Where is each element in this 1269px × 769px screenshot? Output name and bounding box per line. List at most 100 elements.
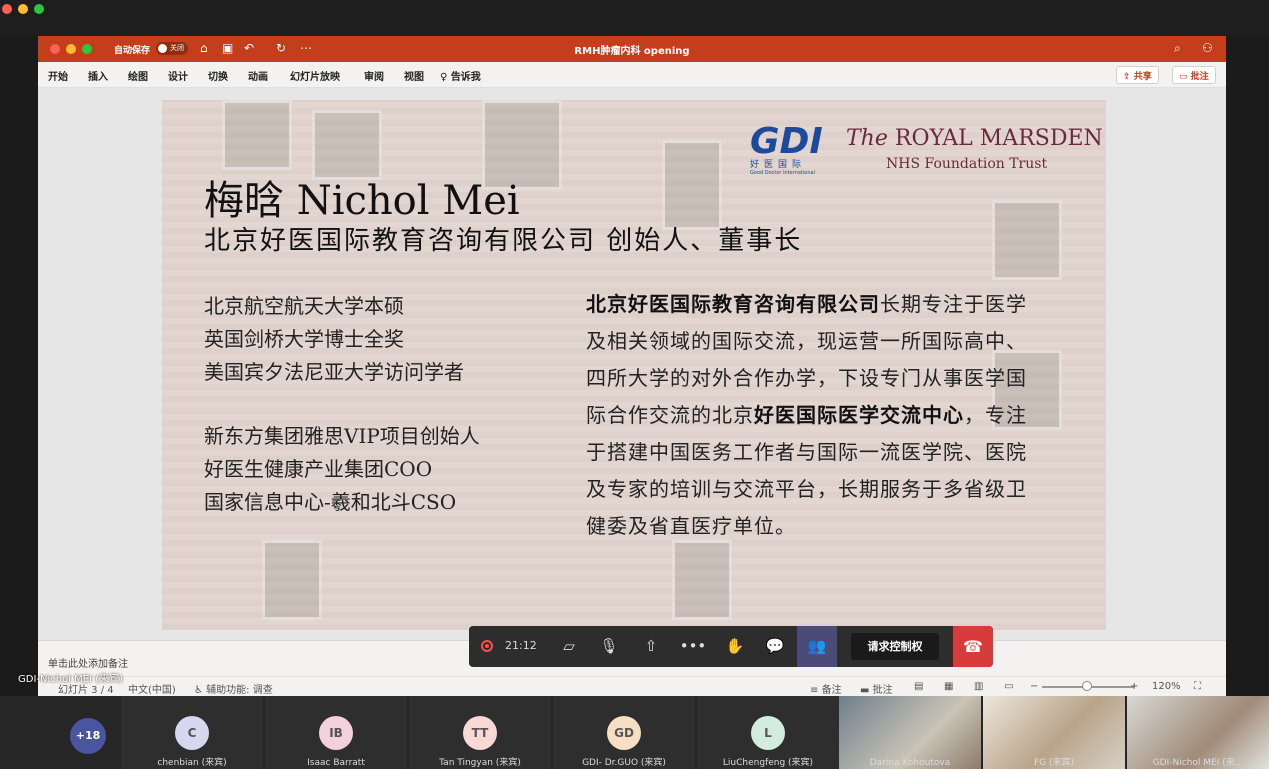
avatar: L — [751, 716, 785, 750]
education-list: 北京航空航天大学本硕 英国剑桥大学博士全奖 美国宾夕法尼亚大学访问学者 — [204, 290, 464, 389]
raise-hand-icon[interactable]: ✋ — [721, 634, 749, 658]
participant-name: FG (来宾) — [1033, 758, 1075, 768]
participants-strip: C chenbian (来宾) IB Isaac Barratt TT Tan … — [0, 696, 1269, 769]
account-icon[interactable]: ⚇ — [1202, 41, 1213, 55]
participant-tile[interactable]: IB Isaac Barratt — [265, 696, 407, 769]
tab-insert[interactable]: 插入 — [88, 68, 108, 83]
center-name: 好医国际医学交流中心 — [754, 403, 964, 427]
tab-home[interactable]: 开始 — [48, 68, 68, 83]
zoom-level[interactable]: 120% — [1152, 681, 1181, 692]
close-window-button[interactable] — [2, 4, 12, 14]
tab-draw[interactable]: 绘图 — [128, 68, 148, 83]
comments-button[interactable]: ▭ 批注 — [1172, 66, 1216, 84]
participant-tile[interactable]: GD GDI- Dr.GUO (来宾) — [553, 696, 695, 769]
tab-design[interactable]: 设计 — [168, 68, 188, 83]
list-item: 国家信息中心-羲和北斗CSO — [204, 490, 457, 514]
video-tile[interactable]: GDI-Nichol MEI (来... — [1127, 696, 1269, 769]
tab-transitions[interactable]: 切换 — [208, 68, 228, 83]
slide-sorter-icon[interactable]: ▦ — [944, 681, 953, 692]
comments-toggle[interactable]: ▬ 批注 — [860, 681, 893, 696]
participant-name: Darina Kohoutova — [869, 758, 951, 768]
zoom-in-icon[interactable]: + — [1130, 681, 1138, 692]
meeting-titlebar — [0, 0, 1269, 36]
tab-slideshow[interactable]: 幻灯片放映 — [290, 68, 340, 83]
tell-me-label: 告诉我 — [450, 72, 481, 83]
zoom-out-icon[interactable]: − — [1030, 681, 1038, 692]
rm-the: The — [846, 126, 888, 151]
avatar: IB — [319, 716, 353, 750]
comment-icon: ▬ — [860, 685, 873, 696]
background-window — [222, 100, 292, 170]
slide-title: 梅晗 Nichol Mei — [204, 178, 520, 224]
more-participants-badge[interactable]: +18 — [70, 718, 106, 754]
video-tile[interactable]: FG (来宾) — [983, 696, 1125, 769]
participant-name: chenbian (来宾) — [157, 758, 227, 768]
slideshow-icon[interactable]: ▭ — [1004, 681, 1013, 692]
request-control-button[interactable]: 请求控制权 — [851, 633, 939, 660]
accessibility-icon: ♿ — [194, 685, 207, 696]
notes-icon: ≡ — [810, 685, 822, 696]
participant-tile[interactable]: TT Tan Tingyan (来宾) — [409, 696, 551, 769]
meeting-controls: 21:12 ▱ 🎙 ⇧ ••• ✋ 💬 👥 请求控制权 ☎ — [469, 626, 993, 667]
search-icon[interactable]: ⌕ — [1174, 41, 1181, 56]
minimize-window-button[interactable] — [18, 4, 28, 14]
record-icon[interactable] — [481, 640, 493, 652]
slide[interactable]: GDI 好医国际 Good Doctor International The R… — [162, 100, 1106, 630]
video-tile[interactable]: Darina Kohoutova — [839, 696, 981, 769]
gdi-logo-text: GDI — [750, 121, 823, 162]
tab-tell-me[interactable]: ♀ 告诉我 — [440, 68, 481, 83]
participant-name: Tan Tingyan (来宾) — [439, 758, 521, 768]
participants-icon[interactable]: 👥 — [797, 626, 837, 667]
accessibility-status[interactable]: ♿ 辅助功能: 调查 — [194, 681, 273, 696]
share-icon: ⇪ — [1123, 72, 1134, 82]
powerpoint-window: 自动保存 关闭 ⌂ ▣ ↶ ↻ ⋯ RMH肿瘤内科 opening ⌕ ⚇ 开始… — [38, 36, 1226, 696]
mic-off-icon[interactable]: 🎙 — [595, 634, 623, 658]
avatar: GD — [607, 716, 641, 750]
gdi-logo-en: Good Doctor International — [750, 170, 815, 176]
zoom-slider-thumb[interactable] — [1082, 681, 1092, 691]
more-options-icon[interactable]: ••• — [679, 634, 707, 658]
presenter-label: GDI-Nichol MEI (来宾) — [18, 674, 124, 685]
comments-label: 批注 — [1190, 72, 1209, 82]
list-item: 新东方集团雅思VIP项目创始人 — [204, 424, 480, 448]
notes-placeholder[interactable]: 单击此处添加备注 — [48, 655, 128, 670]
list-item: 好医生健康产业集团COO — [204, 457, 433, 481]
tab-view[interactable]: 视图 — [404, 68, 424, 83]
comment-icon: ▭ — [1179, 72, 1191, 82]
record-time: 21:12 — [505, 639, 537, 652]
language-status[interactable]: 中文(中国) — [128, 681, 176, 696]
background-window — [672, 540, 732, 620]
background-window — [262, 540, 322, 620]
normal-view-icon[interactable]: ▤ — [914, 681, 923, 692]
share-label: 共享 — [1133, 72, 1152, 82]
notes-toggle-label: 备注 — [821, 685, 842, 696]
share-screen-icon[interactable]: ⇧ — [637, 634, 665, 658]
accessibility-label: 辅助功能: 调查 — [206, 685, 273, 696]
background-window — [662, 140, 722, 230]
company-description: 北京好医国际教育咨询有限公司长期专注于医学及相关领域的国际交流，现运营一所国际高… — [586, 286, 1046, 545]
gdi-logo: GDI 好医国际 Good Doctor International — [750, 121, 828, 177]
share-button[interactable]: ⇪ 共享 — [1116, 66, 1159, 84]
participant-name: Isaac Barratt — [307, 758, 365, 768]
camera-off-icon[interactable]: ▱ — [555, 634, 583, 658]
participant-name: GDI-Nichol MEI (来... — [1152, 758, 1244, 768]
status-bar: 幻灯片 3 / 4 中文(中国) ♿ 辅助功能: 调查 ≡ 备注 ▬ 批注 ▤ … — [38, 676, 1226, 696]
fit-to-window-icon[interactable]: ⛶ — [1194, 681, 1201, 692]
reading-view-icon[interactable]: ▥ — [974, 681, 983, 692]
document-title: RMH肿瘤内科 opening — [574, 46, 690, 57]
participant-tile[interactable]: L LiuChengfeng (来宾) — [697, 696, 839, 769]
maximize-window-button[interactable] — [34, 4, 44, 14]
comments-toggle-label: 批注 — [872, 685, 893, 696]
chat-icon[interactable]: 💬 — [761, 634, 789, 658]
royal-marsden-subtitle: NHS Foundation Trust — [886, 156, 1048, 172]
participant-name: GDI- Dr.GUO (来宾) — [582, 758, 666, 768]
hang-up-icon[interactable]: ☎ — [953, 626, 993, 667]
screen: 自动保存 关闭 ⌂ ▣ ↶ ↻ ⋯ RMH肿瘤内科 opening ⌕ ⚇ 开始… — [0, 0, 1269, 769]
notes-toggle[interactable]: ≡ 备注 — [810, 681, 842, 696]
tab-review[interactable]: 审阅 — [364, 68, 384, 83]
ribbon-tabs: 开始 插入 绘图 设计 切换 动画 幻灯片放映 审阅 视图 ♀ 告诉我 ⇪ 共享… — [38, 62, 1226, 88]
tab-animations[interactable]: 动画 — [248, 68, 268, 83]
ppt-titlebar: 自动保存 关闭 ⌂ ▣ ↶ ↻ ⋯ RMH肿瘤内科 opening ⌕ ⚇ — [38, 36, 1226, 62]
participant-tile[interactable]: C chenbian (来宾) — [121, 696, 263, 769]
company-name: 北京好医国际教育咨询有限公司 — [586, 292, 880, 316]
